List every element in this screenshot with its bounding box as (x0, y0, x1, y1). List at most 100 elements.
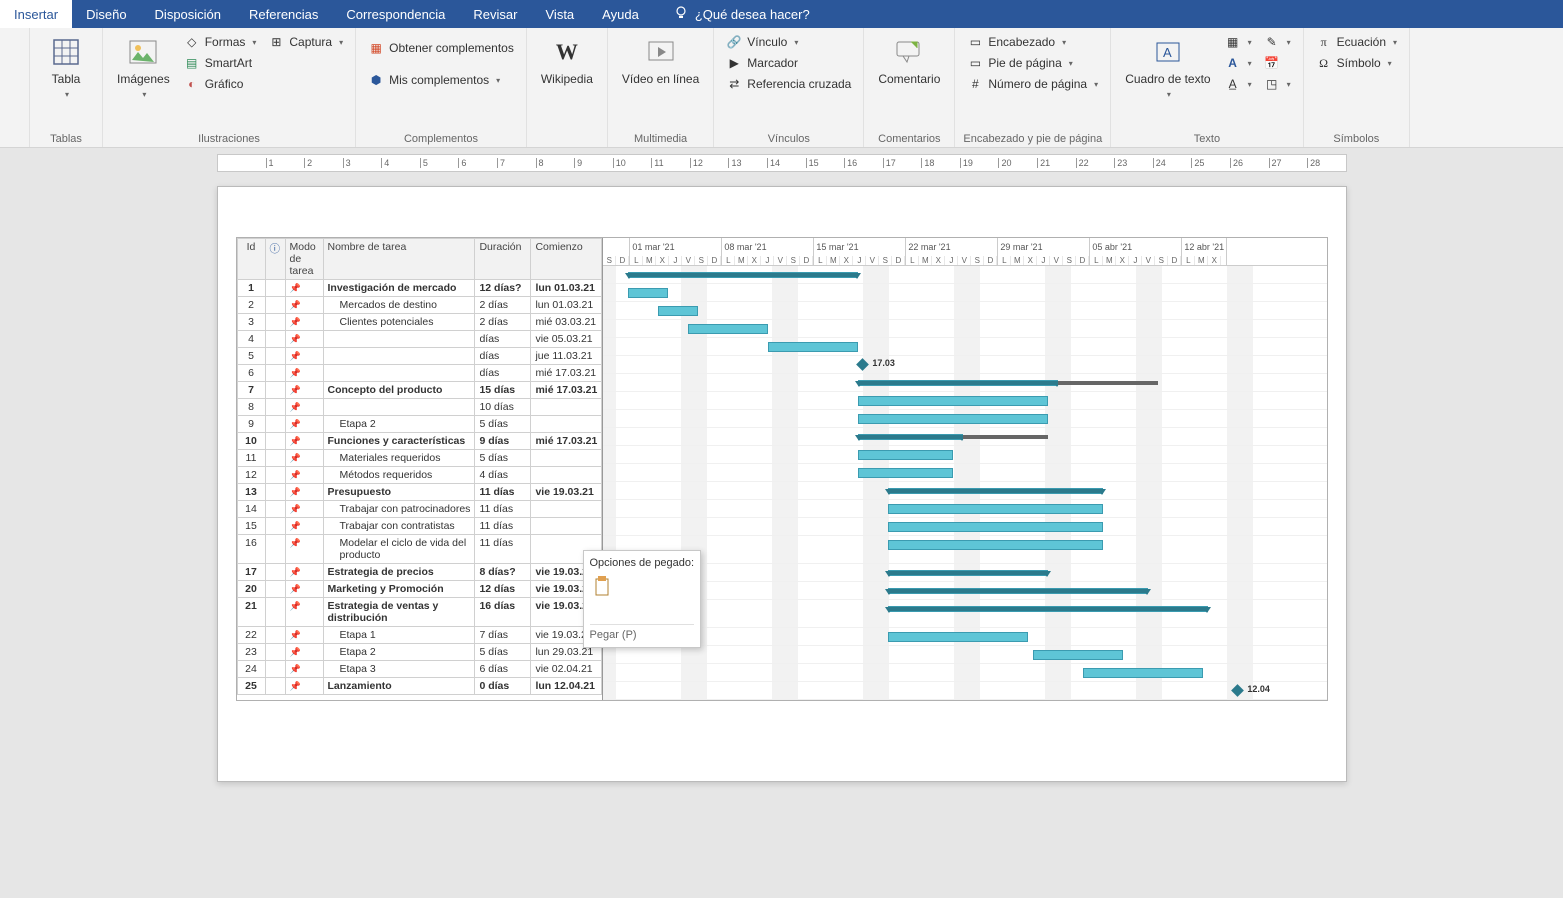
gantt-bar[interactable] (888, 504, 1103, 514)
tab-vista[interactable]: Vista (532, 0, 589, 28)
gantt-bar[interactable] (1033, 650, 1123, 660)
imagenes-button[interactable]: Imágenes (111, 32, 176, 103)
gantt-bar[interactable] (1083, 668, 1203, 678)
tell-me-search[interactable]: ¿Qué desea hacer? (659, 0, 824, 28)
table-row[interactable]: 10📌Funciones y características9 díasmié … (237, 433, 602, 450)
captura-button[interactable]: ⊞Captura (264, 32, 347, 52)
tab-referencias[interactable]: Referencias (235, 0, 332, 28)
obtener-comp-button[interactable]: ▦Obtener complementos (364, 38, 518, 58)
grp-complementos: Complementos (364, 131, 518, 145)
gantt-bar[interactable] (858, 396, 1048, 406)
pie-button[interactable]: ▭Pie de página (963, 53, 1102, 73)
col-info[interactable]: ⓘ (265, 239, 285, 280)
gantt-bar[interactable] (628, 272, 858, 278)
table-row[interactable]: 22📌Etapa 17 díasvie 19.03.21 (237, 627, 602, 644)
table-row[interactable]: 8📌10 días (237, 399, 602, 416)
gantt-bar[interactable] (858, 450, 953, 460)
table-row[interactable]: 2📌Mercados de destino2 díaslun 01.03.21 (237, 297, 602, 314)
table-row[interactable]: 4📌díasvie 05.03.21 (237, 331, 602, 348)
table-row[interactable]: 5📌díasjue 11.03.21 (237, 348, 602, 365)
smartart-button[interactable]: ▤SmartArt (180, 53, 261, 73)
chart-row (603, 646, 1326, 664)
table-row[interactable]: 3📌Clientes potenciales2 díasmié 03.03.21 (237, 314, 602, 331)
tab-disposicion[interactable]: Disposición (141, 0, 235, 28)
col-nombre[interactable]: Nombre de tarea (323, 239, 475, 280)
cuadro-texto-button[interactable]: A Cuadro de texto (1119, 32, 1216, 103)
datetime-button[interactable]: 📅 (1260, 53, 1295, 73)
gantt-bar[interactable] (858, 380, 1058, 386)
grafico-button[interactable]: ◐Gráfico (180, 74, 261, 94)
tabla-button[interactable]: Tabla (38, 32, 94, 103)
comentario-button[interactable]: Comentario (872, 32, 946, 90)
gantt-bar[interactable] (688, 324, 768, 334)
tab-correspondencia[interactable]: Correspondencia (332, 0, 459, 28)
simbolo-button[interactable]: ΩSímbolo (1312, 53, 1401, 73)
milestone[interactable] (1231, 684, 1244, 697)
wikipedia-button[interactable]: W Wikipedia (535, 32, 599, 90)
table-row[interactable]: 16📌Modelar el ciclo de vida del producto… (237, 535, 602, 564)
dropcap-button[interactable]: A̲ (1221, 74, 1256, 94)
table-row[interactable]: 21📌Estrategia de ventas y distribución16… (237, 598, 602, 627)
paste-p-option[interactable]: Pegar (P) (590, 624, 695, 641)
col-modo[interactable]: Modo de tarea (285, 239, 323, 280)
table-row[interactable]: 17📌Estrategia de precios8 días?vie 19.03… (237, 564, 602, 581)
marcador-button[interactable]: ▶Marcador (722, 53, 855, 73)
gantt-object[interactable]: Id ⓘ Modo de tarea Nombre de tarea Durac… (236, 237, 1328, 701)
col-id[interactable]: Id (237, 239, 265, 280)
gantt-bar[interactable] (888, 488, 1103, 494)
sig-button[interactable]: ✎ (1260, 32, 1295, 52)
paste-options-popup: Opciones de pegado: Pegar (P) (583, 550, 702, 648)
object-button[interactable]: ◳ (1260, 74, 1295, 94)
gantt-bar[interactable] (888, 632, 1028, 642)
header-icon: ▭ (967, 34, 983, 50)
table-row[interactable]: 12📌Métodos requeridos4 días (237, 467, 602, 484)
gantt-bar[interactable] (888, 522, 1103, 532)
table-row[interactable]: 9📌Etapa 25 días (237, 416, 602, 433)
tab-ayuda[interactable]: Ayuda (588, 0, 653, 28)
vinculo-button[interactable]: 🔗Vínculo (722, 32, 855, 52)
lightbulb-icon (673, 5, 689, 24)
video-button[interactable]: Vídeo en línea (616, 32, 705, 90)
table-row[interactable]: 15📌Trabajar con contratistas11 días (237, 518, 602, 535)
wordart-button[interactable]: A (1221, 53, 1256, 73)
milestone[interactable] (856, 358, 869, 371)
gantt-bar[interactable] (888, 570, 1048, 576)
tab-insertar[interactable]: Insertar (0, 0, 72, 28)
mis-comp-button[interactable]: ⬢Mis complementos (364, 70, 518, 90)
gantt-bar[interactable] (628, 288, 668, 298)
col-comienzo[interactable]: Comienzo (531, 239, 602, 280)
tell-me-label: ¿Qué desea hacer? (695, 7, 810, 22)
ref-label: Referencia cruzada (747, 77, 851, 91)
table-row[interactable]: 14📌Trabajar con patrocinadores11 días (237, 501, 602, 518)
ecuacion-button[interactable]: πEcuación (1312, 32, 1401, 52)
table-row[interactable]: 23📌Etapa 25 díaslun 29.03.21 (237, 644, 602, 661)
paste-option-keep-source[interactable] (590, 573, 695, 602)
table-row[interactable]: 6📌díasmié 17.03.21 (237, 365, 602, 382)
gantt-bar[interactable] (888, 588, 1148, 594)
gantt-bar[interactable] (768, 342, 858, 352)
ruler[interactable]: 1234567891011121314151617181920212223242… (217, 154, 1347, 172)
gantt-bar[interactable] (888, 540, 1103, 550)
col-duracion[interactable]: Duración (475, 239, 531, 280)
pie-label: Pie de página (988, 56, 1061, 70)
encabezado-button[interactable]: ▭Encabezado (963, 32, 1102, 52)
table-row[interactable]: 7📌Concepto del producto15 díasmié 17.03.… (237, 382, 602, 399)
table-row[interactable]: 25📌Lanzamiento0 díaslun 12.04.21 (237, 678, 602, 695)
table-row[interactable]: 1📌Investigación de mercado12 días?lun 01… (237, 280, 602, 297)
gantt-bar[interactable] (658, 306, 698, 316)
gantt-bar[interactable] (888, 606, 1208, 612)
table-row[interactable]: 20📌Marketing y Promoción12 díasvie 19.03… (237, 581, 602, 598)
num-pagina-button[interactable]: #Número de página (963, 74, 1102, 94)
formas-button[interactable]: ◇Formas (180, 32, 261, 52)
table-row[interactable]: 24📌Etapa 36 díasvie 02.04.21 (237, 661, 602, 678)
table-row[interactable]: 11📌Materiales requeridos5 días (237, 450, 602, 467)
gantt-table: Id ⓘ Modo de tarea Nombre de tarea Durac… (237, 238, 604, 700)
gantt-bar[interactable] (858, 468, 953, 478)
gantt-bar[interactable] (858, 434, 963, 440)
ref-cruzada-button[interactable]: ⇄Referencia cruzada (722, 74, 855, 94)
tab-diseno[interactable]: Diseño (72, 0, 140, 28)
table-row[interactable]: 13📌Presupuesto11 díasvie 19.03.21 (237, 484, 602, 501)
quickparts-button[interactable]: ▦ (1221, 32, 1256, 52)
gantt-bar[interactable] (858, 414, 1048, 424)
tab-revisar[interactable]: Revisar (459, 0, 531, 28)
